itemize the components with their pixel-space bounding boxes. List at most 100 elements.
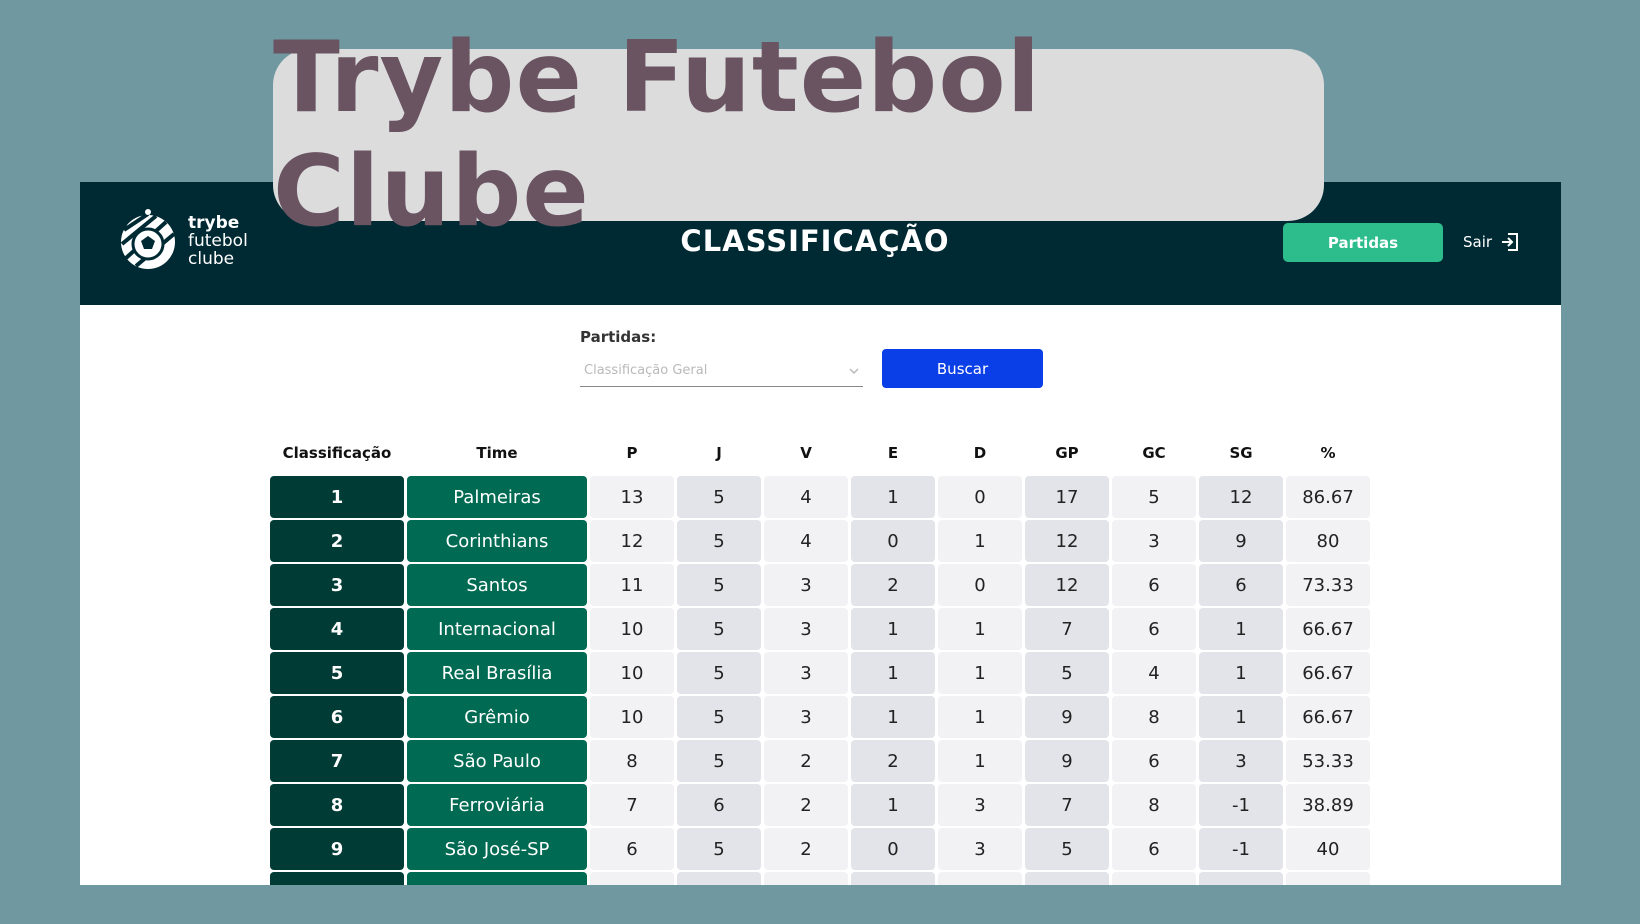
cell-wins: 4 [764,476,848,518]
cell-goals-for: 7 [1025,608,1109,650]
table-row: 5 Real Brasília 10 5 3 1 1 5 4 1 66.67 [270,652,1373,694]
search-button[interactable]: Buscar [882,349,1043,388]
cell-goals-for [1025,872,1109,885]
filter-label: Partidas: [580,328,657,346]
cell-losses: 1 [938,520,1022,562]
cell-wins: 2 [764,784,848,826]
cell-team: Internacional [407,608,587,650]
cell-goal-diff: 3 [1199,740,1283,782]
cell-games: 5 [677,740,761,782]
matches-filter-select[interactable]: Classificação Geral [580,355,863,387]
column-header-wins: V [800,444,812,462]
select-value: Classificação Geral [584,363,708,378]
table-row: 3 Santos 11 5 3 2 0 12 6 6 73.33 [270,564,1373,606]
cell-goals-against: 8 [1112,696,1196,738]
table-row: 2 Corinthians 12 5 4 0 1 12 3 9 80 [270,520,1373,562]
cell-goals-against: 6 [1112,828,1196,870]
cell-wins: 2 [764,828,848,870]
cell-team: Ferroviária [407,784,587,826]
cell-losses: 1 [938,608,1022,650]
column-header-games: J [716,444,722,462]
cell-goal-diff: 1 [1199,608,1283,650]
cell-points: 8 [590,740,674,782]
cell-goals-for: 9 [1025,740,1109,782]
cell-points [590,872,674,885]
cell-losses [938,872,1022,885]
cell-goals-for: 5 [1025,828,1109,870]
cell-goal-diff: 1 [1199,652,1283,694]
cell-rank: 3 [270,564,404,606]
cell-goals-for: 17 [1025,476,1109,518]
cell-team: Corinthians [407,520,587,562]
cell-draws: 1 [851,784,935,826]
column-header-goals-for: GP [1055,444,1079,462]
cell-wins [764,872,848,885]
column-header-goals-against: GC [1142,444,1166,462]
cell-wins: 2 [764,740,848,782]
cell-rank: 4 [270,608,404,650]
cell-draws: 1 [851,696,935,738]
cell-goals-for: 7 [1025,784,1109,826]
cell-draws: 0 [851,520,935,562]
cell-efficiency [1286,872,1370,885]
cell-efficiency: 38.89 [1286,784,1370,826]
cell-goal-diff: 12 [1199,476,1283,518]
cell-goal-diff: -1 [1199,828,1283,870]
logo-line-clube: clube [188,249,235,269]
cell-games: 5 [677,828,761,870]
cell-games: 5 [677,476,761,518]
cell-rank: 6 [270,696,404,738]
cell-efficiency: 66.67 [1286,608,1370,650]
table-row: 4 Internacional 10 5 3 1 1 7 6 1 66.67 [270,608,1373,650]
cell-team: Santos [407,564,587,606]
cell-losses: 0 [938,476,1022,518]
cell-games: 5 [677,520,761,562]
column-header-team: Time [476,444,518,462]
cell-goals-against: 6 [1112,564,1196,606]
cell-goals-for: 9 [1025,696,1109,738]
cell-efficiency: 66.67 [1286,696,1370,738]
cell-games: 5 [677,608,761,650]
cell-efficiency: 40 [1286,828,1370,870]
cell-efficiency: 86.67 [1286,476,1370,518]
cell-draws: 2 [851,564,935,606]
cell-goals-against: 6 [1112,740,1196,782]
cell-games: 5 [677,696,761,738]
logout-button[interactable]: Sair [1463,228,1520,256]
cell-losses: 1 [938,652,1022,694]
table-row: 8 Ferroviária 7 6 2 1 3 7 8 -1 38.89 [270,784,1373,826]
cell-points: 7 [590,784,674,826]
column-header-losses: D [973,444,987,462]
cell-draws: 0 [851,828,935,870]
cell-wins: 4 [764,520,848,562]
cell-goals-against: 4 [1112,652,1196,694]
table-row: 1 Palmeiras 13 5 4 1 0 17 5 12 86.67 [270,476,1373,518]
cell-goals-against [1112,872,1196,885]
cell-losses: 0 [938,564,1022,606]
column-header-goal-diff: SG [1229,444,1253,462]
cell-draws: 1 [851,608,935,650]
logo-line-trybe: trybe [188,213,240,233]
cell-goal-diff [1199,872,1283,885]
cell-points: 10 [590,696,674,738]
banner-title: Trybe Futebol Clube [273,21,1042,249]
cell-efficiency: 73.33 [1286,564,1370,606]
cell-losses: 1 [938,740,1022,782]
cell-draws: 2 [851,740,935,782]
cell-goal-diff: 6 [1199,564,1283,606]
cell-games: 6 [677,784,761,826]
table-row: 9 São José-SP 6 5 2 0 3 5 6 -1 40 [270,828,1373,870]
cell-rank: 2 [270,520,404,562]
table-header: Classificação Time P J V E D GP GC SG% [270,439,1373,467]
cell-points: 13 [590,476,674,518]
cell-rank: 1 [270,476,404,518]
cell-losses: 3 [938,828,1022,870]
column-header-points: P [626,444,638,462]
cell-wins: 3 [764,564,848,606]
cell-team: Grêmio [407,696,587,738]
chevron-down-icon [849,367,859,374]
cell-wins: 3 [764,608,848,650]
table-row [270,872,1373,885]
logo-text: trybe futebol clube [188,214,248,268]
cell-goals-against: 8 [1112,784,1196,826]
